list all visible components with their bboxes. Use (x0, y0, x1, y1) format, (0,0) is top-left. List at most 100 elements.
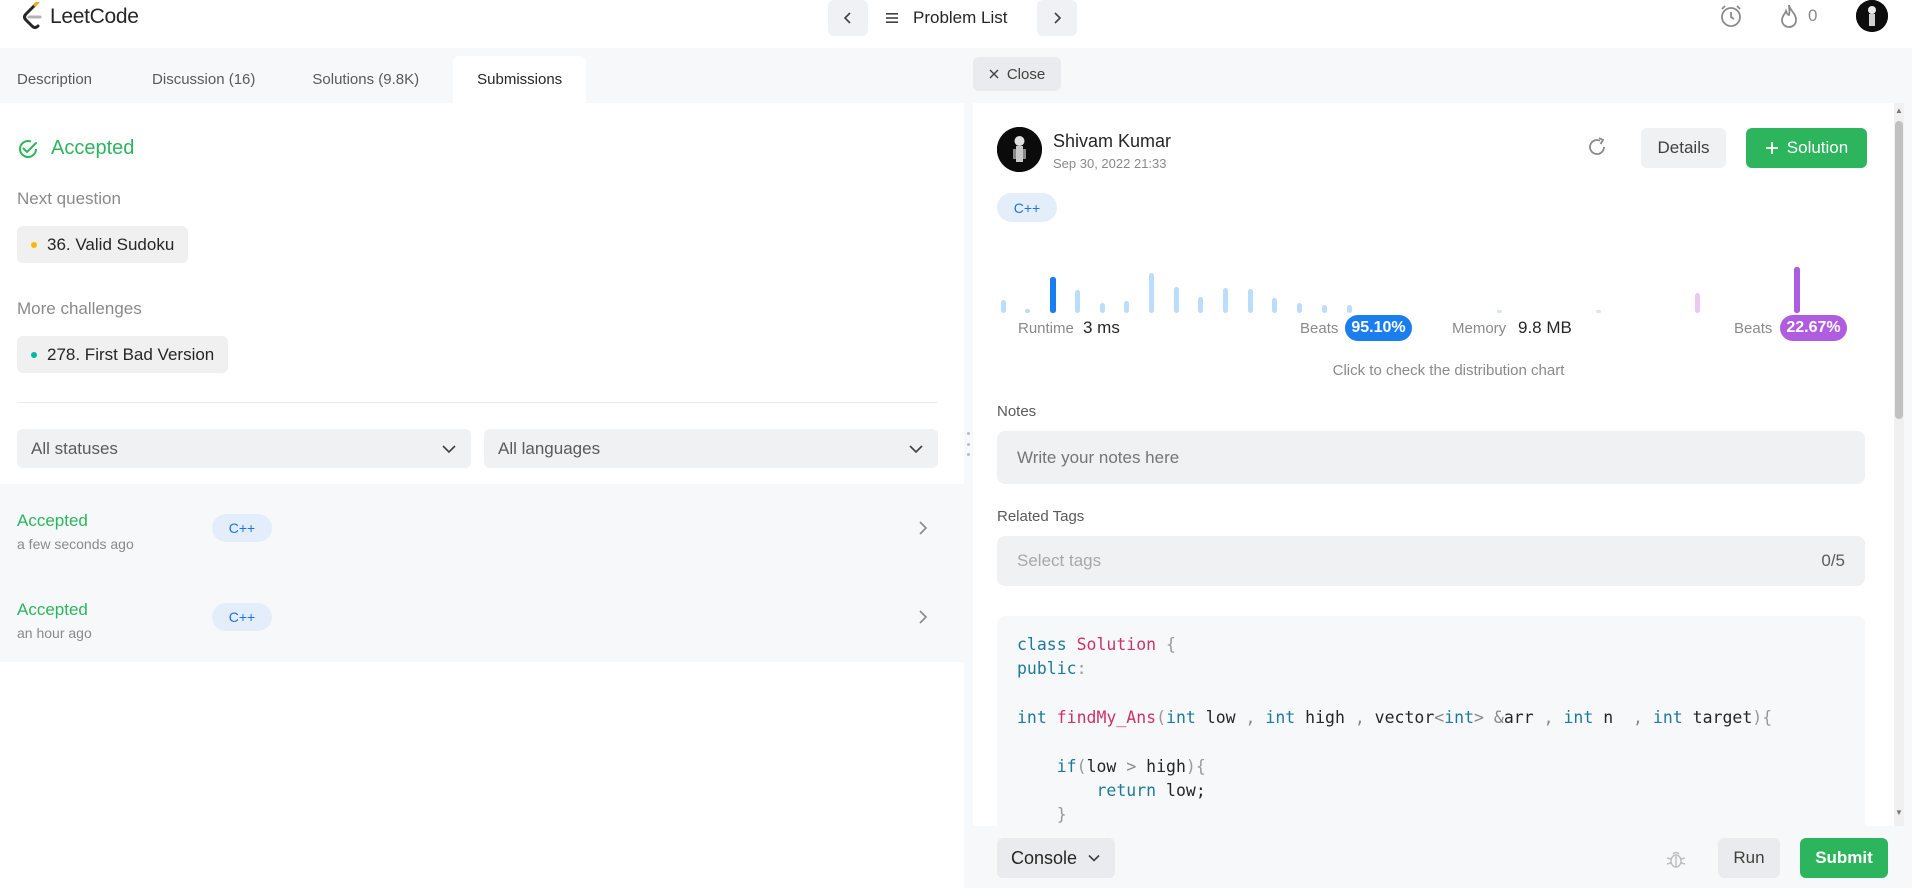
notes-input[interactable] (997, 431, 1865, 484)
difficulty-dot (31, 351, 37, 358)
run-button[interactable]: Run (1718, 838, 1780, 878)
scrollbar-thumb[interactable] (1895, 121, 1903, 419)
runtime-label: Runtime (1018, 320, 1074, 337)
next-problem-button[interactable] (1037, 0, 1077, 36)
submitter-avatar[interactable] (997, 127, 1042, 172)
details-button[interactable]: Details (1641, 128, 1726, 168)
next-question-label: Next question (17, 189, 121, 208)
tab-description[interactable]: Description (0, 56, 109, 103)
status-filter-value: All statuses (31, 438, 118, 458)
code-line: public: (1017, 659, 1087, 678)
submit-button[interactable]: Submit (1800, 838, 1888, 878)
code-line: } (1056, 805, 1067, 824)
submission-time: an hour ago (17, 625, 92, 641)
tab-submissions[interactable]: Submissions (453, 56, 587, 103)
submission-row[interactable]: Accepted an hour ago C++ (0, 573, 964, 662)
problem-list-button[interactable]: Problem List (885, 0, 1007, 36)
tags-selector[interactable]: Select tags 0/5 (997, 536, 1865, 586)
chevron-down-icon (909, 444, 923, 453)
post-solution-button[interactable]: Solution (1746, 128, 1867, 168)
streak-counter[interactable]: 0 (1778, 0, 1817, 32)
tab-discussion[interactable]: Discussion (16) (109, 56, 272, 103)
next-question-title: 36. Valid Sudoku (47, 234, 175, 254)
avatar-image (997, 127, 1042, 172)
leetcode-logo-icon (23, 2, 42, 29)
flame-icon (1781, 4, 1797, 28)
more-challenges-label: More challenges (17, 299, 142, 318)
runtime-beats-label: Beats (1300, 320, 1339, 337)
language-badge: C++ (997, 193, 1057, 222)
close-submission-button[interactable]: Close (973, 57, 1061, 91)
prev-problem-button[interactable] (828, 0, 868, 36)
language-filter-dropdown[interactable]: All languages (484, 429, 938, 468)
code-line: if(low > high){ (1056, 757, 1206, 776)
chevron-right-icon (919, 610, 928, 624)
code-line: int findMy_Ans(int low , int high , vect… (1017, 708, 1773, 727)
chevron-down-icon (442, 444, 456, 453)
memory-beats-badge: 22.67% (1780, 315, 1847, 341)
memory-distribution-bars (1497, 267, 1800, 313)
submission-result: Accepted (17, 137, 134, 160)
bug-icon[interactable] (1665, 848, 1687, 870)
list-icon (886, 13, 898, 23)
tags-count: 0/5 (1821, 551, 1845, 570)
status-filter-dropdown[interactable]: All statuses (17, 429, 471, 468)
problem-tabs: Description Discussion (16) Solutions (9… (0, 56, 964, 103)
code-line: return low; (1096, 781, 1206, 800)
result-status-title: Accepted (51, 137, 135, 159)
problem-list-label: Problem List (913, 8, 1008, 27)
submissions-panel: Accepted Next question 36. Valid Sudoku … (0, 103, 964, 888)
editor-action-bar: Console Run Submit (973, 826, 1912, 888)
chevron-down-icon (1088, 854, 1100, 862)
close-icon (989, 69, 999, 79)
chevron-right-icon (1054, 12, 1062, 24)
distribution-hint[interactable]: Click to check the distribution chart (973, 362, 1904, 379)
timer-button[interactable] (1718, 0, 1744, 32)
top-navbar: LeetCode Problem List 0 (0, 0, 1912, 48)
leetcode-logo[interactable]: LeetCode (20, 2, 139, 32)
runtime-distribution-bars (1001, 273, 1352, 313)
panel-resize-handle[interactable] (964, 432, 972, 456)
submission-detail-panel: Shivam Kumar Sep 30, 2022 21:33 Details … (973, 103, 1904, 826)
divider (17, 402, 937, 403)
logo-text: LeetCode (50, 5, 139, 28)
tab-solutions[interactable]: Solutions (9.8K) (272, 56, 436, 103)
distribution-chart[interactable] (997, 243, 1877, 323)
memory-beats-label: Beats (1734, 320, 1773, 337)
submission-row[interactable]: Accepted a few seconds ago C++ (0, 484, 964, 573)
console-label: Console (1010, 847, 1078, 868)
user-avatar[interactable] (1856, 0, 1888, 32)
language-filter-value: All languages (498, 438, 601, 458)
scroll-down-arrow[interactable]: ▼ (1894, 808, 1904, 818)
check-circle-icon (19, 139, 37, 158)
console-toggle-button[interactable]: Console (997, 838, 1115, 878)
close-label: Close (1006, 65, 1046, 83)
code-viewer[interactable]: class Solution { public: int findMy_Ans(… (997, 616, 1865, 826)
refresh-icon[interactable] (1585, 135, 1609, 159)
scroll-up-arrow[interactable]: ▲ (1894, 106, 1904, 116)
difficulty-dot (31, 241, 37, 248)
alarm-clock-icon (1721, 5, 1741, 27)
submission-language-badge: C++ (212, 514, 272, 542)
submission-status: Accepted (17, 600, 88, 619)
submission-status: Accepted (17, 511, 88, 530)
memory-label: Memory (1452, 320, 1507, 337)
chevron-right-icon (919, 521, 928, 535)
submission-list: Accepted a few seconds ago C++ Accepted … (0, 484, 964, 662)
next-question-link[interactable]: 36. Valid Sudoku (17, 226, 189, 263)
streak-count: 0 (1808, 6, 1818, 25)
plus-icon (1765, 142, 1778, 154)
notes-label: Notes (997, 403, 1037, 420)
more-challenge-link[interactable]: 278. First Bad Version (17, 336, 229, 373)
chevron-left-icon (843, 12, 851, 24)
submission-date: Sep 30, 2022 21:33 (1053, 156, 1167, 171)
solution-label: Solution (1786, 138, 1849, 157)
submitter-name[interactable]: Shivam Kumar (1053, 131, 1171, 152)
memory-value: 9.8 MB (1518, 318, 1572, 337)
runtime-value: 3 ms (1083, 318, 1120, 337)
related-tags-label: Related Tags (997, 508, 1085, 525)
submission-language-badge: C++ (212, 603, 272, 631)
code-line: class Solution { (1017, 635, 1176, 654)
avatar-image (1856, 0, 1888, 32)
more-challenge-title: 278. First Bad Version (47, 344, 215, 364)
